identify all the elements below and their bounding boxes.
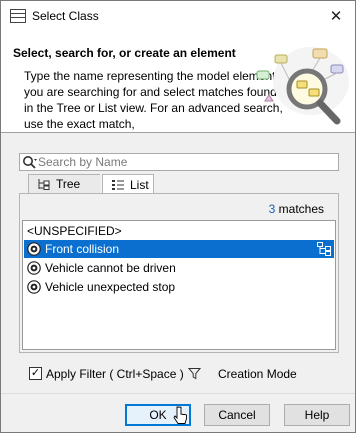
list-item-vehicle-cannot-be-driven[interactable]: Vehicle cannot be driven xyxy=(24,259,334,277)
tab-list[interactable]: List xyxy=(102,174,154,194)
checkmark-icon: ✓ xyxy=(30,367,41,379)
header-title: Select, search for, or create an element xyxy=(13,46,236,60)
list-icon xyxy=(112,179,124,190)
select-class-dialog: Select Class ✕ Select, search for, or cr… xyxy=(0,0,356,433)
close-icon: ✕ xyxy=(329,8,343,25)
footer-divider xyxy=(1,393,355,394)
class-icon xyxy=(27,242,41,256)
tab-tree[interactable]: Tree xyxy=(28,174,100,193)
class-icon xyxy=(27,280,41,294)
list-item-label: Vehicle cannot be driven xyxy=(45,261,176,275)
tree-icon xyxy=(38,179,50,190)
search-input[interactable] xyxy=(38,155,334,169)
list-item-front-collision[interactable]: Front collision xyxy=(24,240,334,258)
close-button[interactable]: ✕ xyxy=(323,5,349,27)
apply-filter-checkbox[interactable]: ✓ xyxy=(29,367,42,380)
list-item-label: Vehicle unexpected stop xyxy=(45,280,176,294)
list-item-vehicle-unexpected-stop[interactable]: Vehicle unexpected stop xyxy=(24,278,334,296)
results-list[interactable]: <UNSPECIFIED> Front collision Vehicle ca… xyxy=(22,220,336,350)
apply-filter-label[interactable]: Apply Filter ( Ctrl+Space ) xyxy=(46,367,184,381)
window-title: Select Class xyxy=(32,9,99,23)
mouse-pointer-icon xyxy=(173,406,187,424)
list-item-label: Front collision xyxy=(45,242,120,256)
search-magnifier-illustration-icon xyxy=(256,47,349,125)
tab-list-label: List xyxy=(130,177,149,192)
app-icon xyxy=(10,9,26,23)
cancel-button[interactable]: Cancel xyxy=(204,404,270,426)
list-item-unspecified[interactable]: <UNSPECIFIED> xyxy=(24,222,334,240)
filter-icon[interactable] xyxy=(188,367,201,380)
list-item-label: <UNSPECIFIED> xyxy=(27,224,122,238)
dialog-header: Select, search for, or create an element… xyxy=(1,31,355,133)
help-button[interactable]: Help xyxy=(284,404,350,426)
title-bar: Select Class ✕ xyxy=(1,1,355,31)
tab-tree-label: Tree xyxy=(56,177,81,191)
match-count-suffix: matches xyxy=(275,202,324,216)
header-description: Type the name representing the model ele… xyxy=(24,69,283,131)
creation-mode-link[interactable]: Creation Mode xyxy=(218,367,297,381)
select-in-tree-icon[interactable] xyxy=(317,242,331,256)
class-icon xyxy=(27,261,41,275)
match-count: 3 matches xyxy=(269,202,324,216)
search-icon xyxy=(23,156,37,169)
results-panel: 3 matches <UNSPECIFIED> Front collision xyxy=(19,193,339,353)
search-field[interactable] xyxy=(19,153,339,171)
